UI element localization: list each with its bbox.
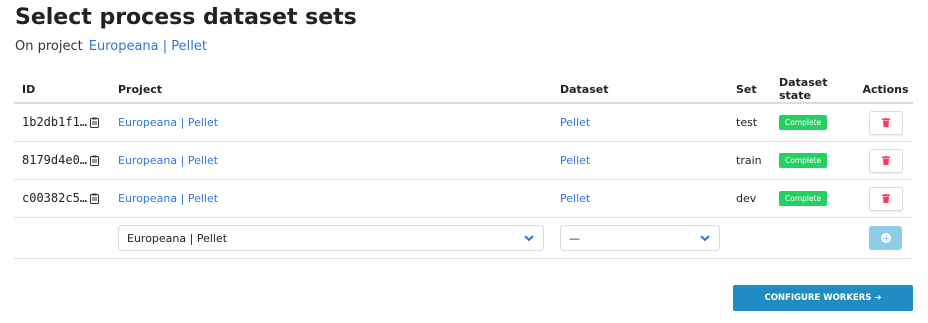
new-set-row: Europeana | Pellet — [14,217,913,259]
project-select-value: Europeana | Pellet [127,232,228,245]
column-header-set: Set [728,76,771,104]
dataset-select-value: — [569,232,580,245]
subtitle-prefix: On project [15,39,83,54]
row-set: train [728,141,771,180]
page-title: Select process dataset sets [15,5,357,30]
column-header-actions: Actions [858,76,913,104]
table-header-row: ID Project Dataset Set Dataset state Act… [14,76,913,104]
id-cell: c00382c5… [14,179,110,218]
row-id: 1b2db1f1… [22,114,88,129]
row-project-link[interactable]: Europeana | Pellet [118,116,218,129]
column-header-project: Project [110,76,552,104]
row-dataset-link[interactable]: Pellet [560,116,590,129]
trash-icon [881,117,890,127]
column-header-state: Dataset state [771,76,858,104]
status-badge: Complete [779,115,828,130]
row-set: test [728,103,771,142]
delete-button[interactable] [868,148,903,173]
row-dataset-link[interactable]: Pellet [560,192,590,205]
row-set: dev [728,179,771,218]
project-link[interactable]: Europeana | Pellet [89,39,207,54]
delete-button[interactable] [868,110,903,135]
table-row: 1b2db1f1… Europeana | Pellet Pellet test… [14,103,913,142]
table-row: 8179d4e0… Europeana | Pellet Pellet trai… [14,141,913,180]
id-cell: 1b2db1f1… [14,103,110,142]
row-id: c00382c5… [22,190,88,205]
id-cell: 8179d4e0… [14,141,110,180]
trash-icon [881,155,890,165]
row-project-link[interactable]: Europeana | Pellet [118,154,218,167]
trash-icon [881,193,890,203]
delete-button[interactable] [868,186,903,211]
clipboard-icon[interactable] [90,117,100,131]
configure-workers-label: CONFIGURE WORKERS [764,293,872,303]
column-header-id: ID [14,76,110,104]
dataset-select[interactable]: — [560,225,720,251]
clipboard-icon[interactable] [90,193,100,207]
status-badge: Complete [779,153,828,168]
chevron-down-icon [524,235,534,242]
dataset-sets-table: ID Project Dataset Set Dataset state Act… [14,76,913,259]
column-header-dataset: Dataset [552,76,728,104]
chevron-down-icon [700,235,710,242]
arrow-right-icon: ➔ [874,293,882,303]
add-set-button[interactable] [869,226,902,250]
row-dataset-link[interactable]: Pellet [560,154,590,167]
clipboard-icon[interactable] [90,155,100,169]
status-badge: Complete [779,191,828,206]
configure-workers-button[interactable]: CONFIGURE WORKERS ➔ [733,285,913,311]
table-row: c00382c5… Europeana | Pellet Pellet dev … [14,179,913,218]
plus-circle-icon [881,233,891,243]
page-subtitle: On project Europeana | Pellet [15,39,207,54]
project-select[interactable]: Europeana | Pellet [118,225,544,251]
row-project-link[interactable]: Europeana | Pellet [118,192,218,205]
row-id: 8179d4e0… [22,152,88,167]
